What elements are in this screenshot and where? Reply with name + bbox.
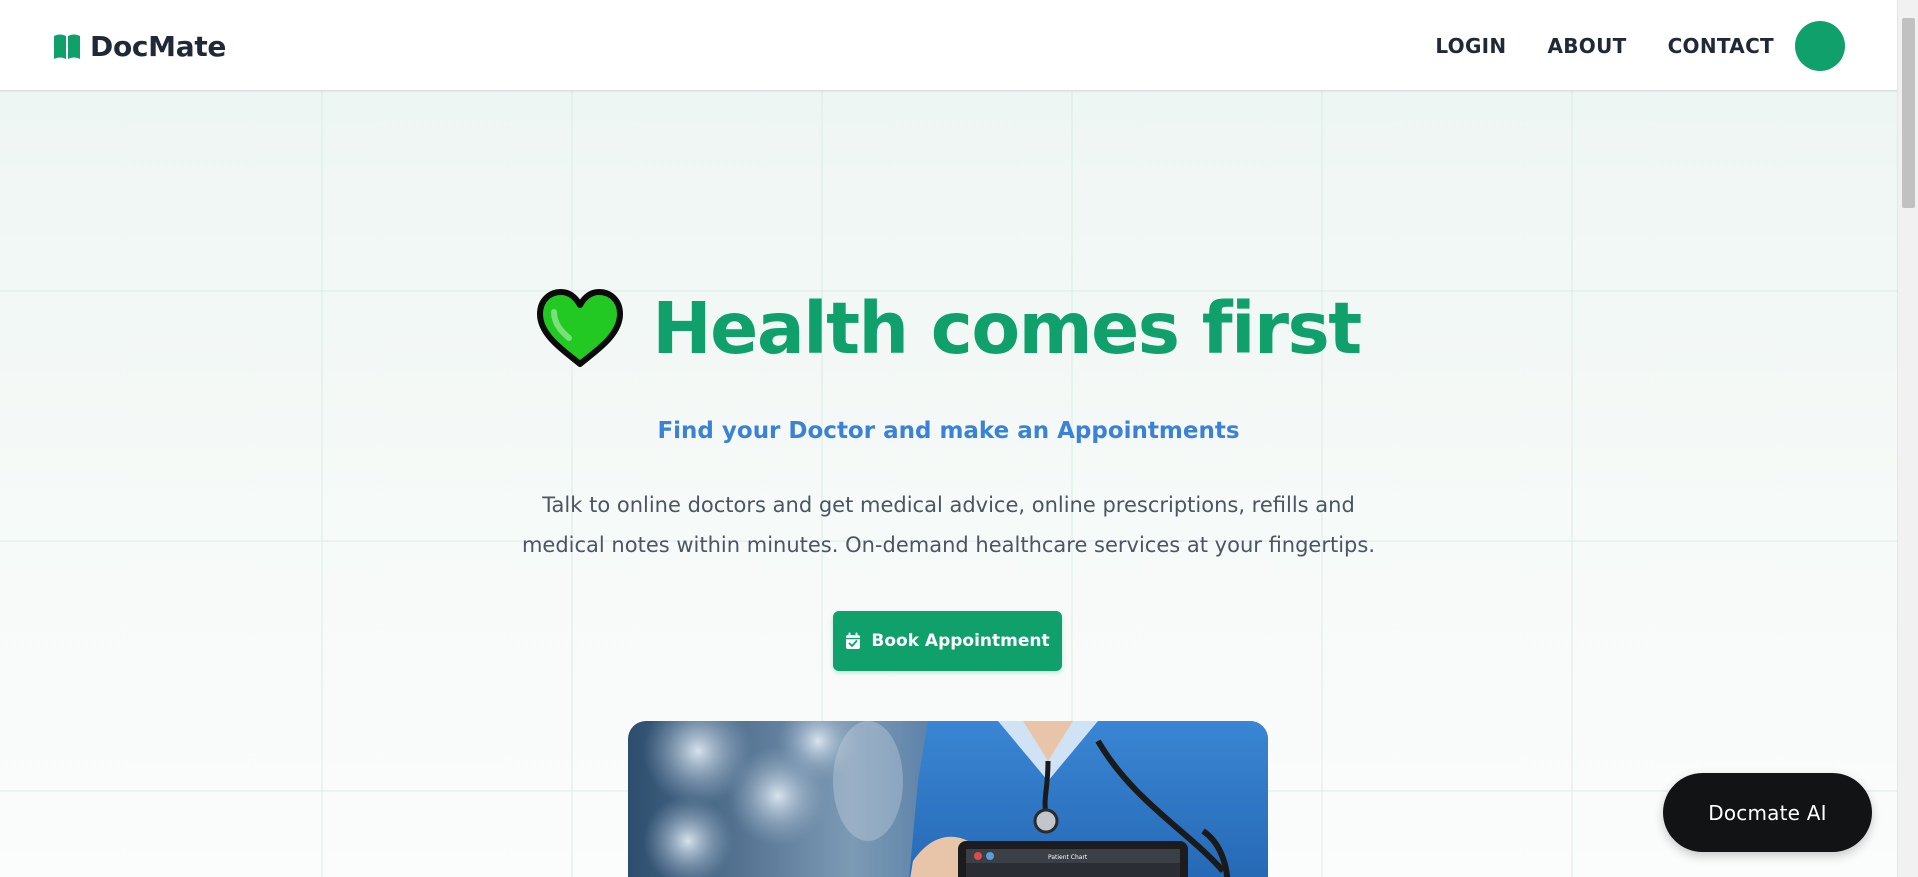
brand-logo[interactable]: DocMate [52,30,226,63]
user-avatar[interactable] [1795,20,1845,71]
hero-description-line: medical notes within minutes. On-demand … [521,533,1376,557]
nav-login-link[interactable]: LOGIN [1435,34,1506,58]
hero-heading: Health comes first [0,288,1897,368]
green-heart-icon [537,289,624,367]
brand-name: DocMate [90,30,227,63]
book-appointment-button[interactable]: Book Appointment [833,611,1062,671]
hero-section: Health comes first Find your Doctor and … [0,91,1897,877]
book-icon [54,34,80,59]
doctor-hero-image: Patient Chart [628,721,1268,877]
main-nav: LOGIN ABOUT CONTACT [1435,0,1897,91]
book-appointment-label: Book Appointment [871,631,1050,651]
site-header: DocMate LOGIN ABOUT CONTACT [0,0,1897,91]
hero-title: Health comes first [652,286,1362,370]
nav-about-link[interactable]: ABOUT [1547,34,1626,58]
docmate-ai-label: Docmate AI [1708,800,1827,825]
hero-subtitle: Find your Doctor and make an Appointment… [657,418,1240,444]
scrollbar-thumb[interactable] [1902,18,1915,208]
image-caption: Patient Chart [1048,854,1088,861]
page-scrollbar[interactable] [1897,0,1918,877]
hero-description: Talk to online doctors and get medical a… [0,485,1897,565]
calendar-check-icon [846,632,861,649]
nav-contact-link[interactable]: CONTACT [1668,34,1774,58]
docmate-ai-chat-button[interactable]: Docmate AI [1663,773,1872,852]
hero-description-line: Talk to online doctors and get medical a… [542,493,1355,517]
